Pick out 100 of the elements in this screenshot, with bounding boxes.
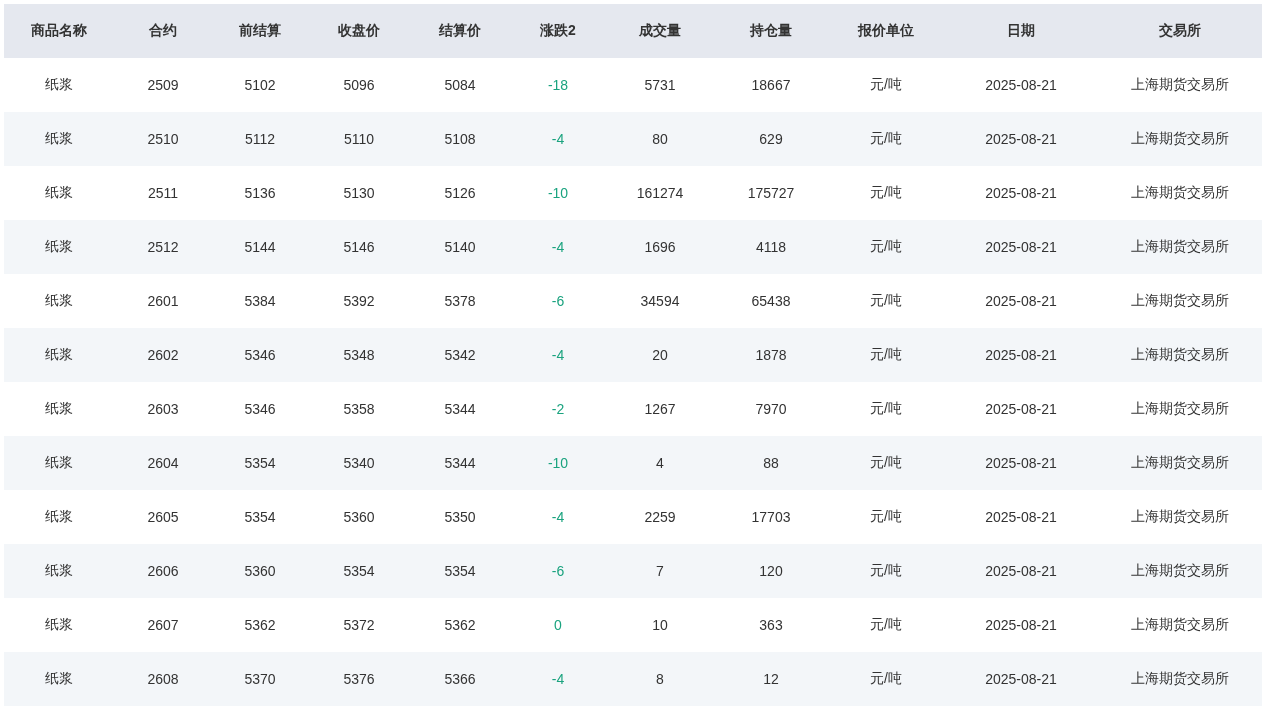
column-header: 收盘价 — [337, 22, 381, 40]
table-cell-text: 5372 — [342, 617, 376, 633]
column-header: 成交量 — [638, 22, 682, 40]
table-cell-text: 2604 — [146, 455, 180, 471]
table-cell-text: 上海期货交易所 — [1130, 130, 1230, 148]
table-cell-text: 5350 — [443, 509, 477, 525]
table-cell-text: 5354 — [243, 509, 277, 525]
column-header: 涨跌2 — [539, 22, 577, 40]
table-cell-text: -10 — [546, 185, 570, 201]
table-cell-text: 120 — [758, 563, 784, 579]
table-cell-text: 5140 — [443, 239, 477, 255]
table-cell-text: 纸浆 — [44, 346, 74, 364]
table-cell-text: 2025-08-21 — [984, 563, 1058, 579]
table-cell-text: 0 — [553, 617, 563, 633]
table-cell-text: 17703 — [750, 509, 792, 525]
table-cell-text: -6 — [550, 563, 566, 579]
table-cell-text: 1267 — [643, 401, 677, 417]
column-header: 持仓量 — [749, 22, 793, 40]
table-cell-text: 2509 — [146, 77, 180, 93]
table-cell-text: 5344 — [443, 455, 477, 471]
table-cell-text: 5344 — [443, 401, 477, 417]
table-cell-text: 2603 — [146, 401, 180, 417]
table-cell-text: 7970 — [754, 401, 788, 417]
table-cell-text: 2025-08-21 — [984, 131, 1058, 147]
table-cell-text: 上海期货交易所 — [1130, 562, 1230, 580]
table-cell-text: 5096 — [342, 77, 376, 93]
table-cell-text: 5392 — [342, 293, 376, 309]
table-cell-text: 2025-08-21 — [984, 455, 1058, 471]
table-cell-text: 7 — [655, 563, 665, 579]
table-cell-text: 上海期货交易所 — [1130, 76, 1230, 94]
table-cell-text: 1696 — [643, 239, 677, 255]
table-cell-text: 5342 — [443, 347, 477, 363]
table-cell-text: 元/吨 — [869, 184, 903, 202]
table-cell-text: 5110 — [342, 131, 376, 147]
table-cell-text: 629 — [758, 131, 784, 147]
table-cell-text: 纸浆 — [44, 184, 74, 202]
table-cell-text: 5366 — [443, 671, 477, 687]
table-cell-text: 上海期货交易所 — [1130, 508, 1230, 526]
table-cell-text: 上海期货交易所 — [1130, 454, 1230, 472]
table-cell-text: 5362 — [243, 617, 277, 633]
table-cell-text: 4118 — [754, 239, 788, 255]
table-cell-text: -4 — [550, 347, 566, 363]
table-cell-text: 2511 — [146, 185, 180, 201]
table-cell-text: 2025-08-21 — [984, 509, 1058, 525]
table-cell-text: -2 — [550, 401, 566, 417]
table-cell-text: 元/吨 — [869, 670, 903, 688]
table-cell-text: 5360 — [243, 563, 277, 579]
table-cell-text: 2607 — [146, 617, 180, 633]
table-cell-text: 5130 — [342, 185, 376, 201]
table-cell-text: 2605 — [146, 509, 180, 525]
table-cell-text: 5360 — [342, 509, 376, 525]
table-cell-text: 5384 — [243, 293, 277, 309]
table-cell-text: 元/吨 — [869, 346, 903, 364]
table-cell-text: -18 — [546, 77, 570, 93]
table-cell-text: 上海期货交易所 — [1130, 400, 1230, 418]
column-header: 前结算 — [238, 22, 282, 40]
column-header: 结算价 — [438, 22, 482, 40]
table-cell-text: 2259 — [643, 509, 677, 525]
table-cell-text: 元/吨 — [869, 238, 903, 256]
column-header: 报价单位 — [856, 22, 915, 40]
table-cell-text: 2025-08-21 — [984, 617, 1058, 633]
table-cell-text: 上海期货交易所 — [1130, 346, 1230, 364]
column-header: 交易所 — [1158, 22, 1202, 40]
table-cell-text: 2025-08-21 — [984, 185, 1058, 201]
table-cell-text: 363 — [758, 617, 784, 633]
table-cell-text: 34594 — [639, 293, 681, 309]
table-cell-text: 元/吨 — [869, 292, 903, 310]
table-cell-text: 5102 — [243, 77, 277, 93]
table-cell-text: 纸浆 — [44, 292, 74, 310]
table-cell-text: 4 — [655, 455, 665, 471]
table-cell-text: 5346 — [243, 347, 277, 363]
table-cell-text: 纸浆 — [44, 670, 74, 688]
table-cell-text: 5346 — [243, 401, 277, 417]
table-cell-text: 80 — [651, 131, 669, 147]
table-cell-text: 2608 — [146, 671, 180, 687]
table-cell-text: 2510 — [146, 131, 180, 147]
table-cell-text: 5340 — [342, 455, 376, 471]
table-cell-text: 2025-08-21 — [984, 347, 1058, 363]
table-cell-text: 上海期货交易所 — [1130, 184, 1230, 202]
table-cell-text: 元/吨 — [869, 76, 903, 94]
table-cell-text: 纸浆 — [44, 508, 74, 526]
table-cell-text: 10 — [651, 617, 669, 633]
column-header: 合约 — [148, 22, 178, 40]
table-cell-text: 纸浆 — [44, 76, 74, 94]
table-cell-text: 元/吨 — [869, 508, 903, 526]
table-cell-text: 纸浆 — [44, 130, 74, 148]
table-cell-text: 2025-08-21 — [984, 239, 1058, 255]
table-cell-text: 5136 — [243, 185, 277, 201]
table-cell-text: -6 — [550, 293, 566, 309]
table-cell-text: 5112 — [243, 131, 277, 147]
table-cell-text: 8 — [655, 671, 665, 687]
table-cell-text: 5126 — [443, 185, 477, 201]
table-cell-text: 5370 — [243, 671, 277, 687]
table-cell-text: 5354 — [443, 563, 477, 579]
table-cell-text: 5354 — [243, 455, 277, 471]
table-cell-text: 2025-08-21 — [984, 671, 1058, 687]
table-cell-text: 5378 — [443, 293, 477, 309]
table-cell-text: 5731 — [643, 77, 677, 93]
table-cell-text: 5358 — [342, 401, 376, 417]
table-cell-text: 5084 — [443, 77, 477, 93]
